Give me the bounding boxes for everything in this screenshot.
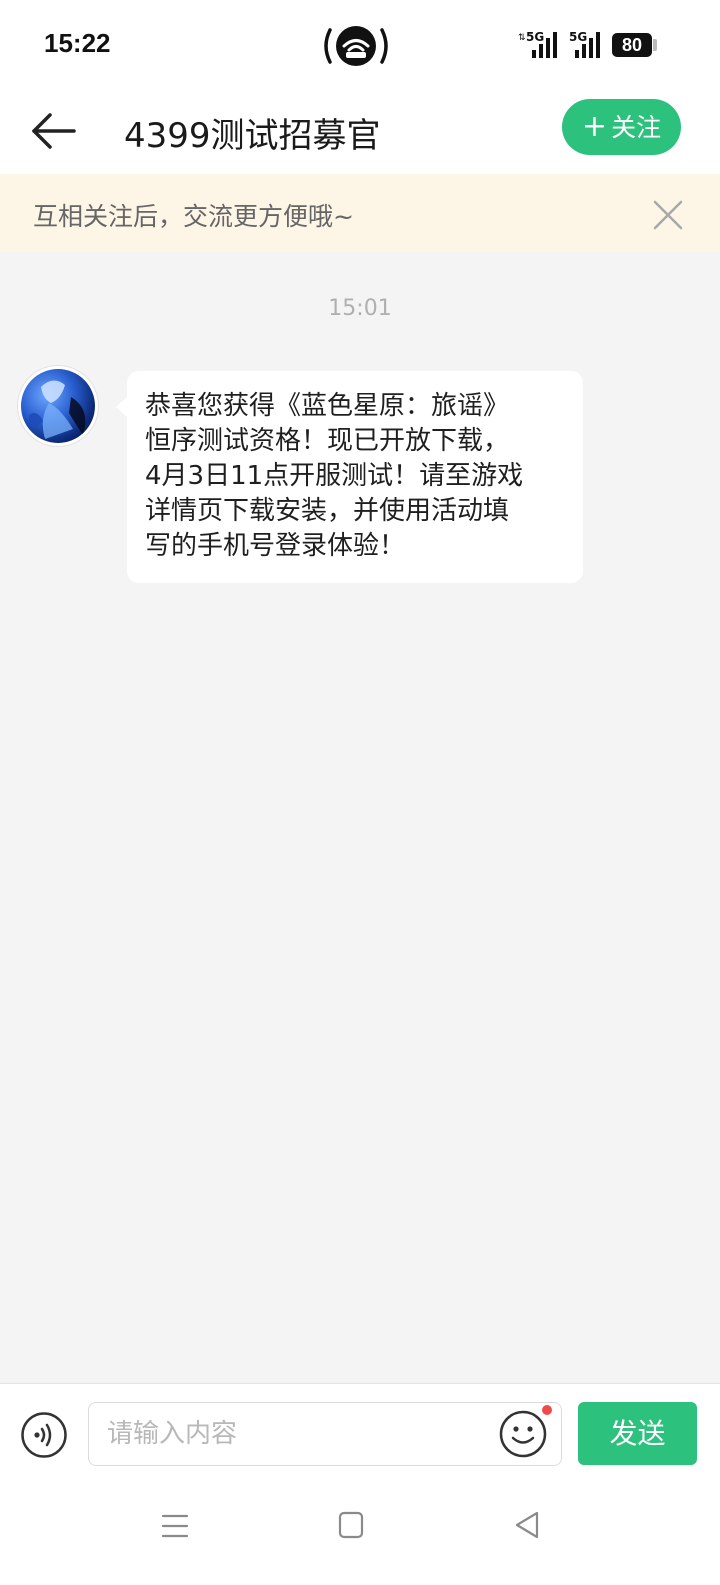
follow-button[interactable]: + 关注 — [562, 99, 681, 155]
emoji-icon[interactable] — [498, 1409, 548, 1459]
message-input-box[interactable] — [88, 1402, 562, 1466]
svg-text:5G: 5G — [526, 30, 544, 44]
menu-icon[interactable] — [160, 1511, 190, 1541]
message-timestamp: 15:01 — [328, 296, 392, 321]
close-icon[interactable] — [650, 197, 686, 233]
battery-icon: 80 — [612, 33, 658, 59]
plus-icon: + — [581, 109, 608, 144]
status-bar: 15:22 ⇅ 5G 5G 80 — [0, 0, 720, 90]
back-button[interactable] — [28, 104, 82, 158]
avatar-image — [21, 369, 95, 443]
arrow-left-icon — [32, 113, 76, 149]
page-title: 4399测试招募官 — [124, 116, 381, 156]
message-text: 恭喜您获得《蓝色星原：旅谣》 恒序测试资格！现已开放下载， 4月3日11点开服测… — [145, 391, 524, 561]
system-nav-bar — [0, 1486, 720, 1585]
notice-text: 互相关注后，交流更方便哦~ — [33, 202, 354, 231]
svg-text:⇅: ⇅ — [518, 33, 526, 43]
status-time: 15:22 — [44, 28, 111, 58]
battery-tip — [653, 39, 657, 51]
home-square-icon[interactable] — [338, 1511, 364, 1539]
message-input[interactable] — [107, 1403, 487, 1465]
follow-label: 关注 — [611, 113, 662, 142]
battery-level: 80 — [612, 33, 652, 57]
message-bubble[interactable]: 恭喜您获得《蓝色星原：旅谣》 恒序测试资格！现已开放下载， 4月3日11点开服测… — [127, 371, 583, 583]
avatar[interactable] — [18, 366, 98, 446]
svg-text:5G: 5G — [569, 30, 587, 44]
notice-banner: 互相关注后，交流更方便哦~ — [0, 174, 720, 252]
send-button[interactable]: 发送 — [578, 1402, 697, 1465]
hotspot-icon — [322, 24, 390, 68]
chat-header: 4399测试招募官 + 关注 — [0, 90, 720, 174]
back-triangle-icon[interactable] — [512, 1510, 542, 1540]
voice-icon[interactable] — [20, 1411, 68, 1459]
notification-dot — [542, 1405, 552, 1415]
